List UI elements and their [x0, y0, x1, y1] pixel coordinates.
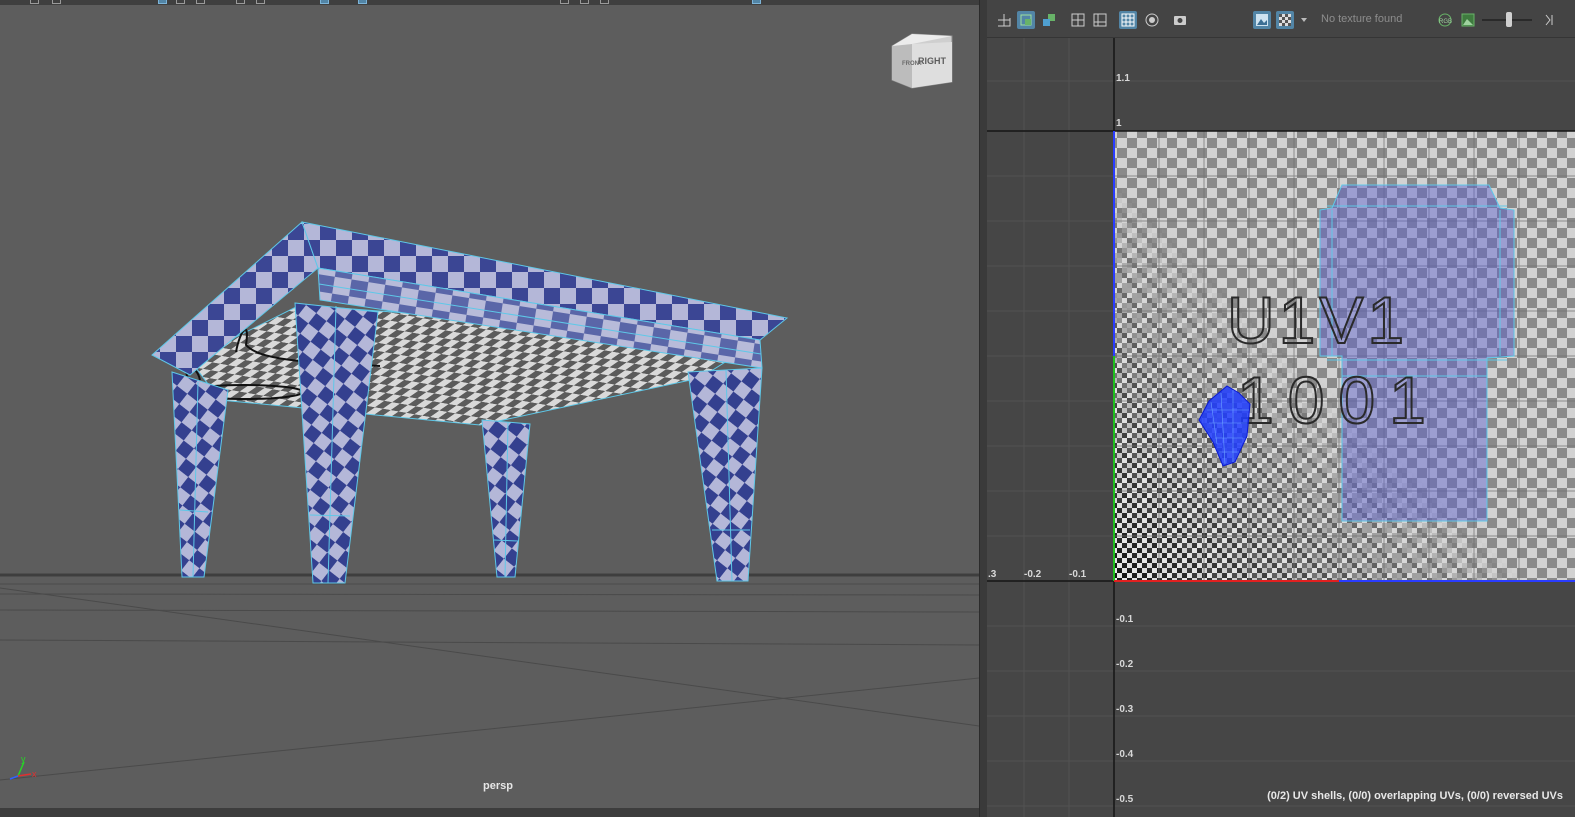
- v-tick-label: -0.3: [1116, 704, 1134, 715]
- v-tick-label: -0.4: [1116, 749, 1134, 760]
- view-cube-right-label[interactable]: RIGHT: [918, 56, 947, 66]
- checker-display-icon[interactable]: [1276, 11, 1294, 29]
- exposure-slider-handle[interactable]: [1506, 12, 1512, 27]
- u-tick-label: .3: [988, 569, 997, 580]
- texture-field[interactable]: No texture found: [1321, 13, 1433, 25]
- uv-canvas[interactable]: U1V1 1001 1.1 1 -0.1 -0.2 -0.3 -0.4 -0.5…: [987, 38, 1575, 817]
- uv-tile-icon[interactable]: [1091, 11, 1109, 29]
- shaded-uv-icon[interactable]: [1017, 11, 1035, 29]
- uv-editor-panel: No texture found RGB U1V1 1001 1.1 1 -0.…: [987, 0, 1575, 817]
- v-tick-label: -0.5: [1116, 794, 1134, 805]
- rgb-channel-label: RGB: [1439, 19, 1452, 25]
- image-display-icon[interactable]: [1253, 11, 1271, 29]
- udim-label: 1001: [1237, 363, 1440, 437]
- exposure-image-icon[interactable]: [1459, 11, 1477, 29]
- u-tick-label: -0.2: [1024, 569, 1042, 580]
- u-tick-label: -0.1: [1069, 569, 1087, 580]
- rgb-channel-icon[interactable]: RGB: [1436, 11, 1454, 29]
- uv-editor-toolbar: No texture found RGB: [987, 0, 1575, 38]
- distortion-icon[interactable]: [1040, 11, 1058, 29]
- axis-x-label: x: [32, 769, 37, 779]
- axis-y-label: y: [21, 754, 26, 764]
- view-cube[interactable]: FRONT RIGHT: [888, 30, 956, 92]
- grid-layout-icon[interactable]: [995, 11, 1013, 29]
- scene-3d[interactable]: [0, 0, 979, 808]
- expand-toolbar-icon[interactable]: [1543, 11, 1557, 29]
- panel-divider[interactable]: [979, 0, 987, 817]
- uv-grid-icon[interactable]: [1069, 11, 1087, 29]
- viewport-bottom-strip: [0, 808, 979, 817]
- v-tick-label: -0.1: [1116, 614, 1134, 625]
- camera-snapshot-icon[interactable]: [1171, 11, 1189, 29]
- chevron-down-icon[interactable]: [1299, 11, 1309, 29]
- uv-grid-svg[interactable]: U1V1 1001: [987, 38, 1575, 817]
- v-tick-label: 1: [1116, 118, 1122, 129]
- perspective-viewport[interactable]: FRONT RIGHT y x persp: [0, 0, 979, 808]
- snapshot-sphere-icon[interactable]: [1143, 11, 1161, 29]
- v-tick-label: -0.2: [1116, 659, 1134, 670]
- floor-grid: [0, 573, 979, 781]
- uv-tile-label: U1V1: [1227, 283, 1408, 357]
- v-tick-label: 1.1: [1116, 73, 1130, 84]
- grid-toggle-icon[interactable]: [1119, 11, 1137, 29]
- axis-gizmo-icon: y x: [9, 754, 37, 780]
- camera-name-label: persp: [483, 780, 513, 792]
- uv-status-text: (0/2) UV shells, (0/0) overlapping UVs, …: [1267, 790, 1563, 802]
